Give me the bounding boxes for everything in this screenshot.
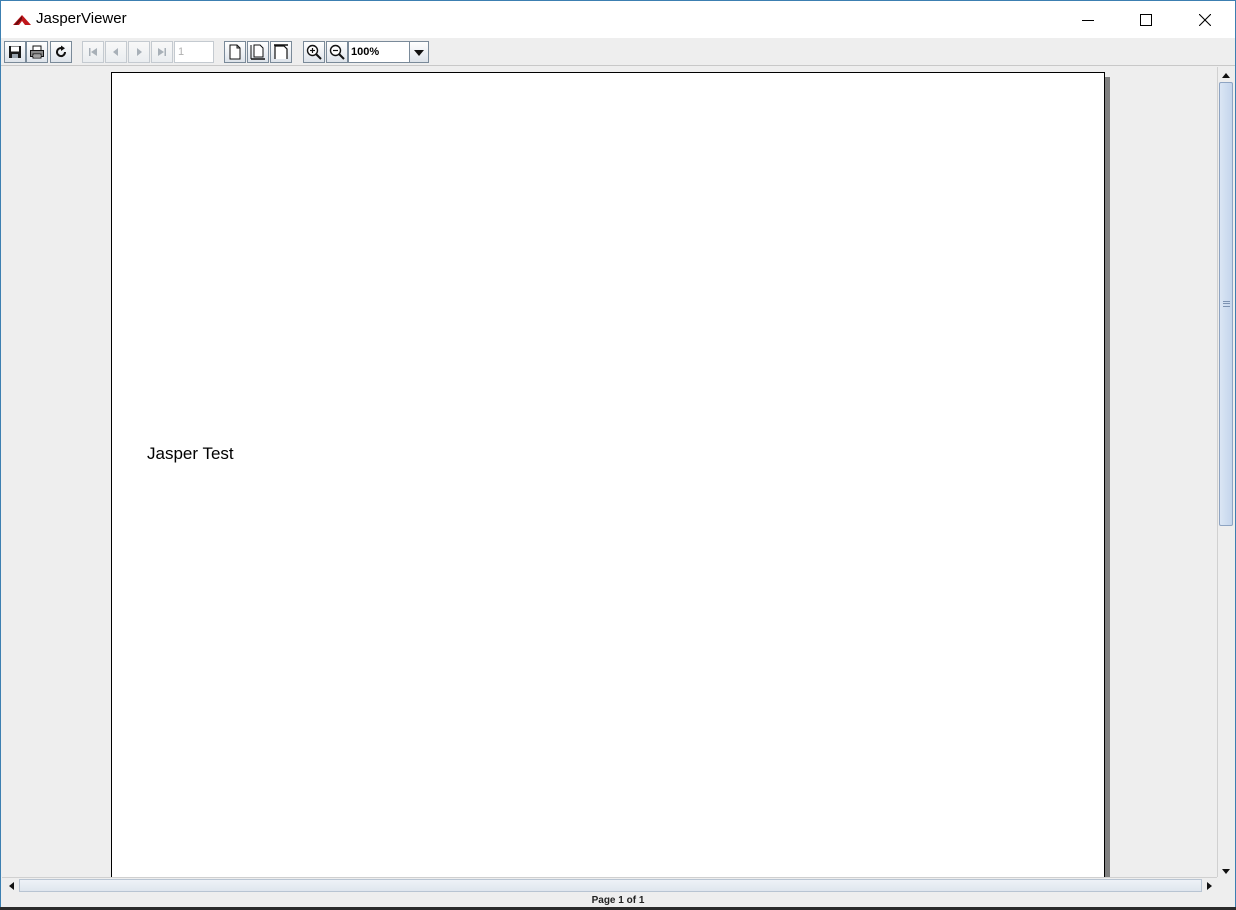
toolbar: 100% xyxy=(1,38,1235,66)
grip-icon xyxy=(1223,301,1230,307)
maximize-icon xyxy=(1140,13,1152,26)
reload-button[interactable] xyxy=(50,41,72,63)
zoom-in-icon xyxy=(306,44,322,60)
first-page-button[interactable] xyxy=(82,41,104,63)
report-viewport[interactable]: Jasper Test xyxy=(2,67,1217,877)
last-page-button[interactable] xyxy=(151,41,173,63)
previous-page-icon xyxy=(110,46,122,58)
save-button[interactable] xyxy=(4,41,26,63)
page-number-input[interactable] xyxy=(174,41,214,63)
close-button[interactable] xyxy=(1176,1,1234,38)
arrow-up-icon xyxy=(1222,65,1230,83)
maximize-button[interactable] xyxy=(1117,1,1175,38)
last-page-icon xyxy=(156,46,168,58)
previous-page-button[interactable] xyxy=(105,41,127,63)
minimize-icon xyxy=(1082,14,1094,26)
scroll-down-button[interactable] xyxy=(1218,863,1234,877)
report-text: Jasper Test xyxy=(147,444,234,463)
save-icon xyxy=(8,45,22,59)
vertical-scroll-thumb[interactable] xyxy=(1219,82,1233,526)
report-page: Jasper Test xyxy=(111,72,1105,877)
zoom-out-icon xyxy=(329,44,345,60)
first-page-icon xyxy=(87,46,99,58)
scroll-left-button[interactable] xyxy=(4,878,18,893)
actual-size-button[interactable] xyxy=(224,41,246,63)
fit-page-icon xyxy=(250,44,266,60)
vertical-scrollbar[interactable] xyxy=(1217,67,1234,877)
title-bar[interactable]: JasperViewer xyxy=(1,1,1235,38)
close-icon xyxy=(1199,13,1211,26)
zoom-out-button[interactable] xyxy=(326,41,348,63)
zoom-input[interactable]: 100% xyxy=(348,41,410,63)
print-icon xyxy=(29,45,45,59)
scroll-right-button[interactable] xyxy=(1202,878,1216,893)
page-info-label: Page 1 of 1 xyxy=(591,895,645,906)
jasper-app-icon xyxy=(13,13,31,25)
fit-page-button[interactable] xyxy=(247,41,269,63)
horizontal-scroll-thumb[interactable] xyxy=(19,879,1202,892)
scrollbar-corner xyxy=(1217,877,1234,893)
actual-size-icon xyxy=(228,44,242,60)
zoom-dropdown-button[interactable] xyxy=(409,41,429,63)
minimize-button[interactable] xyxy=(1059,1,1117,38)
horizontal-scrollbar[interactable] xyxy=(2,877,1217,893)
chevron-down-icon xyxy=(414,43,424,61)
arrow-left-icon xyxy=(8,877,14,895)
fit-width-button[interactable] xyxy=(270,41,292,63)
next-page-icon xyxy=(133,46,145,58)
scroll-up-button[interactable] xyxy=(1218,67,1234,81)
zoom-in-button[interactable] xyxy=(303,41,325,63)
reload-icon xyxy=(54,45,68,59)
fit-width-icon xyxy=(273,44,289,60)
window-title: JasperViewer xyxy=(36,10,127,27)
print-button[interactable] xyxy=(26,41,48,63)
arrow-right-icon xyxy=(1206,877,1212,895)
jasper-viewer-window: JasperViewer 1 100% Jasper Test Page 1 o… xyxy=(0,0,1236,910)
next-page-button[interactable] xyxy=(128,41,150,63)
